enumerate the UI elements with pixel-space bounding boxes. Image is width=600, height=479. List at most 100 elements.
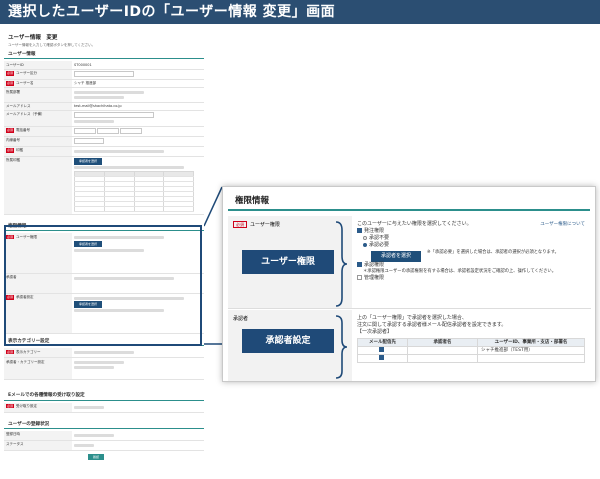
field-label-text: 所属印鑑 bbox=[6, 158, 20, 163]
select-approver-button[interactable]: 承認者を選択 bbox=[371, 251, 422, 262]
required-badge: 必須 bbox=[6, 404, 15, 409]
brace-icon bbox=[335, 221, 348, 307]
zoom-connector bbox=[204, 186, 223, 345]
zoom-line-top bbox=[204, 186, 223, 227]
field-label-text: メールアドレス bbox=[6, 104, 31, 109]
admin-permission-checkbox[interactable] bbox=[357, 274, 362, 280]
page-title: ユーザー情報 変更 bbox=[8, 35, 58, 41]
table-row: 登録日時 bbox=[4, 430, 204, 441]
field-label-text: 表示カテゴリー bbox=[16, 349, 41, 354]
table-row: 内線番号 bbox=[4, 136, 204, 147]
page-note: ユーザー情報を入力して確認ボタンを押してください。 bbox=[8, 43, 96, 48]
table-row: 必須 電話番号 bbox=[4, 126, 204, 137]
select-seal-button[interactable]: 承認者を選択 bbox=[74, 158, 103, 165]
highlight-frame bbox=[4, 225, 202, 346]
callout-approver-setting: 承認者設定 bbox=[242, 329, 334, 353]
field-label-text: ユーザー名 bbox=[16, 81, 34, 86]
order-permission-checkbox[interactable] bbox=[357, 228, 362, 233]
required-badge: 必須 bbox=[6, 148, 15, 153]
field-label-text: メールアドレス（予備） bbox=[6, 112, 45, 117]
placeholder-line bbox=[74, 443, 94, 447]
seal-list-table bbox=[74, 171, 194, 213]
row-label-text: 承認者 bbox=[233, 316, 249, 322]
approval-required-radio[interactable] bbox=[363, 242, 367, 247]
mail-delivery-checkbox[interactable] bbox=[379, 355, 384, 360]
category-table: 必須 表示カテゴリー 承認者・カテゴリー設定 bbox=[4, 348, 204, 381]
approver-name-cell: シャチ推進部（TEST用） bbox=[477, 346, 585, 355]
table-row: ステータス bbox=[4, 440, 204, 451]
table-row: 必須 印鑑 bbox=[4, 146, 204, 157]
field-input[interactable] bbox=[74, 112, 154, 119]
field-value: ST000001 bbox=[74, 62, 92, 67]
table-row: 必須 ユーザー名 シャチ 推進部 bbox=[4, 79, 204, 89]
placeholder-line bbox=[74, 433, 114, 437]
placeholder-line bbox=[74, 149, 164, 153]
field-input[interactable] bbox=[97, 128, 120, 135]
table-row: メールアドレス（予備） bbox=[4, 110, 204, 127]
field-label-text: ユーザーID bbox=[6, 62, 24, 67]
field-input[interactable] bbox=[74, 71, 134, 78]
field-label-text: 承認者・カテゴリー設定 bbox=[6, 359, 45, 364]
brace-icon bbox=[335, 315, 348, 379]
placeholder-line bbox=[74, 351, 134, 355]
table-row: 所属印鑑 承認者を選択 bbox=[4, 156, 204, 215]
field-label-text: 電話番号 bbox=[16, 128, 31, 133]
field-label-text: 所属部署 bbox=[6, 89, 20, 94]
mail-delivery-checkbox[interactable] bbox=[379, 347, 384, 352]
placeholder-line bbox=[74, 361, 124, 365]
table-row: メールアドレス test-mail@shachihata.co.jp bbox=[4, 102, 204, 111]
permission-help-link[interactable]: ユーザー権限について bbox=[540, 221, 585, 228]
row-label-text: ユーザー権限 bbox=[250, 222, 280, 228]
order-permission-label: 発注権限 bbox=[364, 228, 385, 234]
field-value: シャチ 推進部 bbox=[74, 81, 97, 86]
permission-panel-zoom: 権限情報 必須 ユーザー権限 ユーザー権限 このユーザーに与えたい権限を選択してく… bbox=[222, 186, 596, 382]
mail-table: 必須 受け取り設定 bbox=[4, 402, 204, 413]
required-badge: 必須 bbox=[6, 349, 15, 355]
callout-user-permission: ユーザー権限 bbox=[242, 250, 334, 274]
approval-permission-label: 承認権限 bbox=[364, 262, 385, 268]
column-header: メール配信先 bbox=[357, 338, 408, 347]
admin-permission-label: 管理権限 bbox=[364, 274, 385, 281]
select-note: 「承認必要」を選択した場合は、承認者の選択が必須となります。 bbox=[430, 250, 559, 255]
no-approval-radio[interactable] bbox=[363, 235, 367, 240]
placeholder-line bbox=[74, 405, 104, 409]
field-label-text: 内線番号 bbox=[6, 138, 20, 143]
placeholder-line bbox=[74, 119, 114, 123]
placeholder-line bbox=[74, 365, 114, 369]
field-label-text: ステータス bbox=[6, 442, 24, 447]
registration-table: 登録日時 ステータス bbox=[4, 430, 204, 451]
field-input[interactable] bbox=[120, 128, 143, 135]
row-label: 必須 ユーザー権限 ユーザー権限 bbox=[228, 216, 352, 308]
section-user-info: ユーザー情報 bbox=[4, 52, 204, 60]
placeholder-line bbox=[74, 95, 124, 99]
field-label-text: ユーザー区分 bbox=[16, 71, 37, 76]
approver-table: メール配信先 承認者名 ユーザーID、事業所・支店・部署名 シャチ推進部（TES… bbox=[357, 338, 585, 363]
user-info-table: ユーザーID ST000001 必須 ユーザー区分 必須 ユーザー名 シャチ 推進部 所… bbox=[4, 61, 204, 215]
table-row: 必須 表示カテゴリー bbox=[4, 348, 204, 359]
field-input[interactable] bbox=[74, 138, 104, 145]
approval-permission-checkbox[interactable] bbox=[357, 262, 362, 267]
confirm-button[interactable]: 確認 bbox=[88, 453, 105, 461]
field-input[interactable] bbox=[74, 128, 96, 135]
no-approval-label: 承認不要 bbox=[369, 235, 390, 241]
table-row: 所属部署 bbox=[4, 87, 204, 103]
approval-note: 承認権限ユーザーの承認権限を有する場合は、承認者設定状況をご確認の上、操作してく… bbox=[367, 269, 557, 274]
field-label-text: 登録日時 bbox=[6, 432, 20, 437]
user-permission-row: 必須 ユーザー権限 ユーザー権限 このユーザーに与えたい権限を選択してください。 … bbox=[228, 216, 591, 309]
placeholder-line bbox=[74, 166, 184, 170]
field-label-text: 印鑑 bbox=[16, 148, 24, 153]
approver-intro-2: 注文に関して承認する承認者様メール配信承認者を設定できます。 bbox=[357, 322, 507, 328]
approver-list-label: 【一次承認者】 bbox=[357, 329, 393, 335]
row-label: 承認者 承認者設定 bbox=[228, 310, 352, 381]
table-header-row: メール配信先 承認者名 ユーザーID、事業所・支店・部署名 bbox=[357, 338, 585, 347]
table-row: 必須 ユーザー区分 bbox=[4, 69, 204, 80]
column-header: 承認者名 bbox=[407, 338, 478, 347]
table-row: 必須 受け取り設定 bbox=[4, 402, 204, 413]
field-value: test-mail@shachihata.co.jp bbox=[74, 104, 122, 109]
section-mail: Eメールでの各種情報の受け取り設定 bbox=[4, 393, 204, 401]
field-label: ユーザーID bbox=[4, 61, 72, 70]
section-registration: ユーザーの登録状況 bbox=[4, 422, 204, 429]
table-row: 承認者・カテゴリー設定 bbox=[4, 357, 204, 381]
banner: 選択したユーザーIDの「ユーザー情報 変更」画面 bbox=[0, 0, 600, 24]
required-badge: 必須 bbox=[6, 71, 15, 76]
